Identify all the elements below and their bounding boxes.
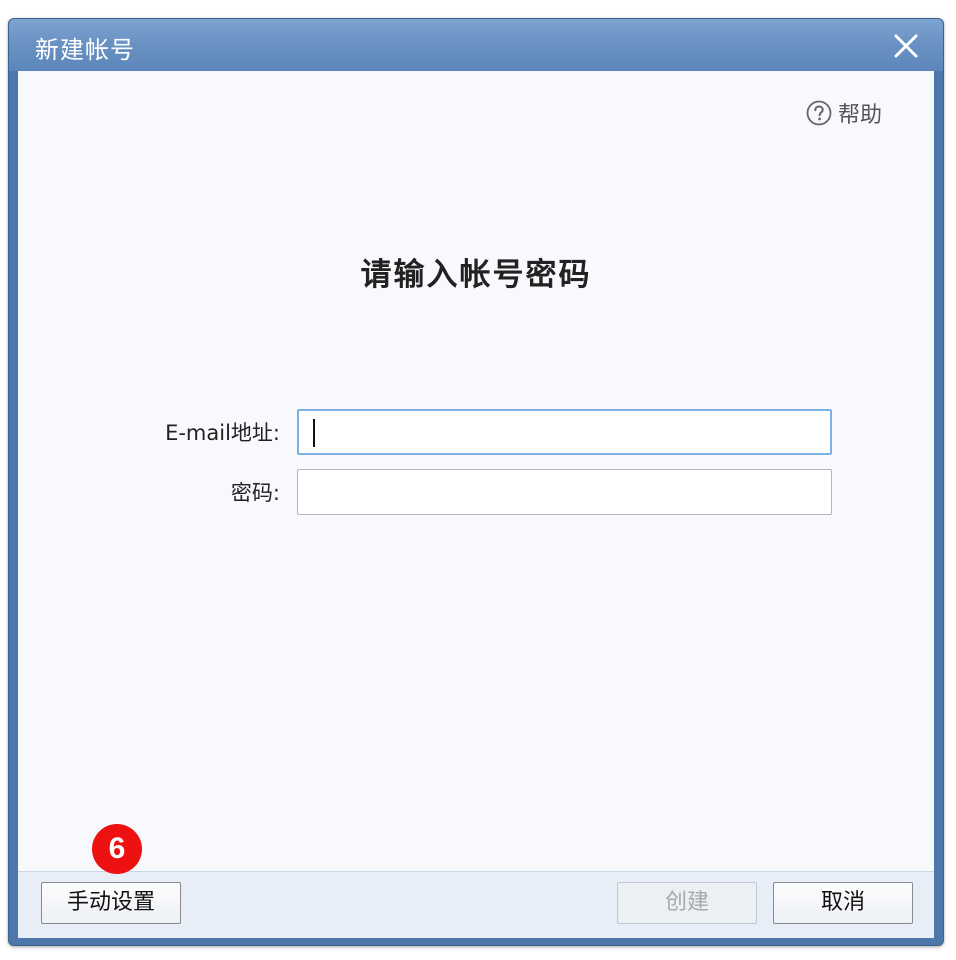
cancel-button[interactable]: 取消 [773,882,913,924]
password-field[interactable] [297,469,832,515]
email-field[interactable] [297,409,832,455]
help-label: 帮助 [837,103,882,128]
new-account-dialog: 新建帐号 帮助 请输入帐号密码 E-mail地址: 密码: 手动设置 创建 取消 [8,18,944,946]
create-button[interactable]: 创建 [617,882,757,924]
help-circle-icon [806,100,832,126]
dialog-body: 帮助 请输入帐号密码 E-mail地址: 密码: 手动设置 创建 取消 [18,71,934,938]
text-caret [313,419,315,447]
close-icon[interactable] [891,31,921,61]
dialog-footer: 手动设置 创建 取消 [18,871,934,938]
window-title: 新建帐号 [35,36,135,64]
email-label: E-mail地址: [165,421,280,445]
manual-setup-button[interactable]: 手动设置 [41,882,181,924]
password-label: 密码: [230,481,280,505]
step-number-badge: 6 [92,824,142,874]
title-bar[interactable]: 新建帐号 [9,19,943,71]
help-link[interactable]: 帮助 [806,97,882,129]
page-heading: 请输入帐号密码 [360,257,592,293]
